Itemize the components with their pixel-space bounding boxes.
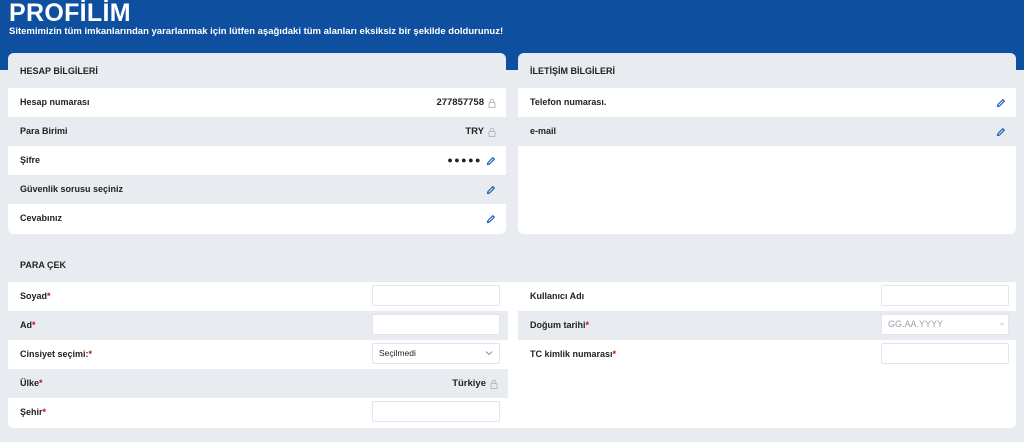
required-mark: *: [88, 349, 93, 359]
birthdate-input[interactable]: GG.AA.YYYY: [881, 314, 1009, 335]
phone-label: Telefon numarası.: [530, 97, 607, 107]
required-mark: *: [47, 291, 51, 301]
withdraw-title: PARA ÇEK: [8, 247, 1016, 282]
surname-row: Soyad*: [8, 282, 508, 311]
lock-icon: [488, 98, 496, 108]
city-row: Şehir*: [8, 398, 508, 427]
phone-row: Telefon numarası.: [518, 88, 1016, 117]
gender-select-value: Seçilmedi: [379, 348, 416, 358]
gender-select[interactable]: Seçilmedi: [372, 343, 500, 364]
username-label: Kullanıcı Adı: [530, 291, 585, 301]
name-label: Ad: [20, 320, 32, 330]
security-question-row: Güvenlik sorusu seçiniz: [8, 175, 506, 204]
account-number-label: Hesap numarası: [20, 97, 90, 107]
country-row: Ülke* Türkiye: [8, 369, 508, 398]
chevron-down-icon: [485, 351, 493, 356]
answer-row: Cevabınız: [8, 204, 506, 233]
required-mark: *: [612, 349, 617, 359]
surname-input[interactable]: [372, 285, 500, 306]
password-row: Şifre ●●●●●: [8, 146, 506, 175]
required-mark: *: [585, 320, 590, 330]
gender-label: Cinsiyet seçimi:: [20, 349, 89, 359]
name-row: Ad*: [8, 311, 508, 340]
pencil-icon[interactable]: [486, 185, 496, 195]
required-mark: *: [39, 378, 43, 388]
required-mark: *: [32, 320, 36, 330]
username-input[interactable]: [881, 285, 1009, 306]
pencil-icon[interactable]: [486, 214, 496, 224]
page-title: PROFİLİM: [9, 0, 131, 27]
tc-id-label: TC kimlik numarası: [530, 349, 613, 359]
pencil-icon[interactable]: [996, 127, 1006, 137]
password-value: ●●●●●: [447, 155, 482, 165]
city-label: Şehir: [20, 407, 43, 417]
surname-label: Soyad: [20, 291, 48, 301]
account-info-title: HESAP BİLGİLERİ: [8, 53, 506, 88]
tc-id-row: TC kimlik numarası*: [518, 340, 1016, 369]
city-input[interactable]: [372, 401, 500, 422]
answer-label: Cevabınız: [20, 213, 63, 223]
currency-value: TRY: [465, 126, 484, 137]
currency-row: Para Birimi TRY: [8, 117, 506, 146]
country-label: Ülke: [20, 378, 40, 388]
tc-id-input[interactable]: [881, 343, 1009, 364]
username-row: Kullanıcı Adı: [518, 282, 1016, 311]
gender-row: Cinsiyet seçimi:* Seçilmedi: [8, 340, 508, 369]
page-subtitle: Sitemimizin tüm imkanlarından yararlanma…: [9, 26, 504, 37]
birthdate-placeholder: GG.AA.YYYY: [888, 319, 944, 329]
birthdate-row: Doğum tarihi* GG.AA.YYYY: [518, 311, 1016, 340]
email-label: e-mail: [530, 126, 557, 136]
security-question-label: Güvenlik sorusu seçiniz: [20, 184, 124, 194]
chevron-down-icon: [999, 322, 1005, 326]
account-info-card: HESAP BİLGİLERİ Hesap numarası 277857758…: [8, 53, 506, 234]
birthdate-label: Doğum tarihi: [530, 320, 586, 330]
country-value: Türkiye: [452, 378, 486, 389]
contact-info-title: İLETİŞİM BİLGİLERİ: [518, 53, 1016, 88]
lock-icon: [488, 127, 496, 137]
required-mark: *: [42, 407, 47, 417]
pencil-icon[interactable]: [486, 156, 496, 166]
contact-info-card: İLETİŞİM BİLGİLERİ Telefon numarası. e-m…: [518, 53, 1016, 234]
currency-label: Para Birimi: [20, 126, 68, 136]
lock-icon: [490, 379, 498, 389]
account-number-value: 277857758: [436, 97, 484, 108]
withdraw-card: PARA ÇEK Soyad* Ad* Cinsiyet seçimi:* Se…: [8, 247, 1016, 428]
name-input[interactable]: [372, 314, 500, 335]
password-label: Şifre: [20, 155, 41, 165]
email-row: e-mail: [518, 117, 1016, 146]
account-number-row: Hesap numarası 277857758: [8, 88, 506, 117]
pencil-icon[interactable]: [996, 98, 1006, 108]
